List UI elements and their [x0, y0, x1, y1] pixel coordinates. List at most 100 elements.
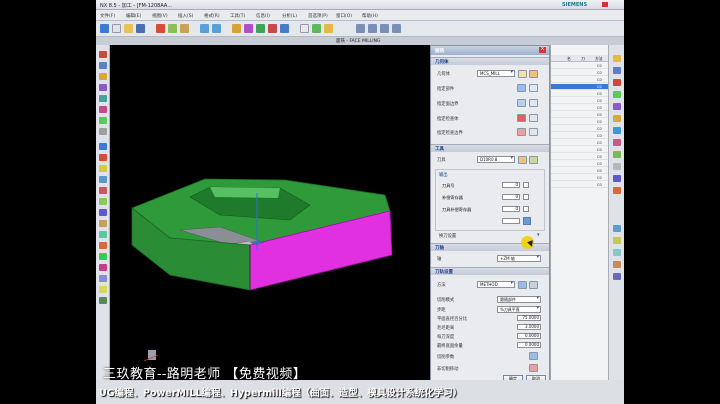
open-icon[interactable] [124, 24, 133, 33]
menu-item-insert[interactable]: 插入(S) [178, 13, 193, 19]
axis-select[interactable]: +ZM 轴 [497, 255, 541, 262]
revolve-icon[interactable] [99, 176, 107, 183]
menu-item-analysis[interactable]: 分析(L) [282, 13, 297, 19]
right-tool-icon-1[interactable] [613, 55, 621, 62]
create-operation-icon[interactable] [280, 24, 289, 33]
navigator-row[interactable]: C0 [551, 98, 609, 104]
create-geometry-icon[interactable] [256, 24, 265, 33]
navigator-row[interactable]: C0 [551, 175, 609, 181]
save-icon[interactable] [136, 24, 145, 33]
right-tool-icon-2[interactable] [613, 67, 621, 74]
postprocess-icon[interactable] [324, 24, 333, 33]
menu-item-preferences[interactable]: 首选项(P) [308, 13, 328, 19]
layer-icon[interactable] [99, 253, 107, 260]
color-icon[interactable] [99, 264, 107, 271]
start-icon[interactable] [100, 24, 109, 33]
menu-item-edit[interactable]: 编辑(E) [126, 13, 141, 19]
flat-diameter-input[interactable]: 75.0000 [517, 315, 541, 321]
tool-select[interactable]: D10R0.8 [477, 156, 515, 163]
display-part-icon[interactable] [529, 84, 538, 92]
non-cut-moves-icon[interactable] [529, 364, 538, 372]
navigator-row[interactable]: C0 [551, 154, 609, 160]
section-icon[interactable] [99, 275, 107, 282]
menu-item-format[interactable]: 格式(R) [204, 13, 220, 19]
tool-number-checkbox[interactable] [523, 182, 529, 188]
edit-tool-icon[interactable] [529, 156, 538, 164]
graphics-viewport[interactable] [110, 45, 430, 380]
menu-item-tools[interactable]: 工具(T) [230, 13, 245, 19]
navigator-row[interactable]: C0 [551, 119, 609, 125]
menu-item-info[interactable]: 信息(I) [256, 13, 270, 19]
comp-register-checkbox[interactable] [523, 194, 529, 200]
edit-method-icon[interactable] [529, 281, 538, 289]
depth-per-cut-input[interactable]: 0.0000 [517, 333, 541, 339]
menu-item-view[interactable]: 视图(V) [152, 13, 168, 19]
tool-change-expand-icon[interactable]: ▾ [537, 232, 540, 238]
method-select[interactable]: METHOD [477, 281, 515, 288]
web-browser-icon[interactable] [99, 117, 107, 124]
navigator-row[interactable]: C0 [551, 77, 609, 83]
final-floor-input[interactable]: 0.0000 [517, 342, 541, 348]
right-tool-icon-8[interactable] [613, 139, 621, 146]
navigator-row[interactable]: C0 [551, 63, 609, 69]
constraint-icon[interactable] [99, 84, 107, 91]
part-navigator-icon[interactable] [99, 62, 107, 69]
menu-item-window[interactable]: 窗口(O) [336, 13, 352, 19]
right-tool-icon-16[interactable] [613, 261, 621, 268]
display-check-boundary-icon[interactable] [529, 128, 538, 136]
history-icon[interactable] [99, 106, 107, 113]
navigator-icon[interactable] [99, 51, 107, 58]
blank-distance-input[interactable]: 3.0000 [517, 324, 541, 330]
display-boundary-icon[interactable] [529, 99, 538, 107]
section-geometry[interactable]: 几何体 [431, 57, 549, 65]
create-program-icon[interactable] [232, 24, 241, 33]
redo-icon[interactable] [212, 24, 221, 33]
right-tool-icon-7[interactable] [613, 127, 621, 134]
rotate-icon[interactable] [392, 24, 401, 33]
navigator-row[interactable]: C0 [551, 70, 609, 76]
hole-icon[interactable] [99, 187, 107, 194]
right-tool-icon-12[interactable] [613, 187, 621, 194]
fit-view-icon[interactable] [368, 24, 377, 33]
edit-description-icon[interactable] [523, 217, 531, 225]
palette-icon[interactable] [99, 128, 107, 135]
trim-icon[interactable] [99, 220, 107, 227]
zoom-icon[interactable] [380, 24, 389, 33]
extrude-icon[interactable] [99, 165, 107, 172]
undo-icon[interactable] [200, 24, 209, 33]
right-tool-icon-11[interactable] [613, 175, 621, 182]
navigator-row[interactable]: C0 [551, 126, 609, 132]
navigator-row[interactable]: C0 [551, 182, 609, 188]
description-field[interactable] [502, 218, 520, 224]
new-method-icon[interactable] [518, 281, 527, 289]
right-tool-icon-10[interactable] [613, 163, 621, 170]
navigator-row[interactable]: C0 [551, 140, 609, 146]
right-tool-icon-5[interactable] [613, 103, 621, 110]
create-tool-icon[interactable] [244, 24, 253, 33]
orient-view-icon[interactable] [356, 24, 365, 33]
chamfer-icon[interactable] [99, 209, 107, 216]
sketch-icon[interactable] [99, 154, 107, 161]
cut-icon[interactable] [156, 24, 165, 33]
specify-face-boundary-icon[interactable] [517, 99, 526, 107]
right-tool-icon-17[interactable] [613, 273, 621, 280]
right-tool-icon-4[interactable] [613, 91, 621, 98]
new-geometry-icon[interactable] [518, 70, 527, 78]
navigator-row[interactable]: C0 [551, 91, 609, 97]
copy-icon[interactable] [168, 24, 177, 33]
right-tool-icon-9[interactable] [613, 151, 621, 158]
geometry-select[interactable]: MCS_MILL [477, 70, 515, 77]
navigator-row[interactable]: C0 [551, 147, 609, 153]
specify-check-boundary-icon[interactable] [517, 128, 526, 136]
specify-check-icon[interactable] [517, 114, 526, 122]
navigator-row[interactable]: C0 [551, 112, 609, 118]
right-tool-icon-14[interactable] [613, 237, 621, 244]
navigator-row[interactable]: C0 [551, 161, 609, 167]
edit-geometry-icon[interactable] [529, 70, 538, 78]
comp-register-input[interactable]: 0 [502, 194, 520, 200]
navigator-row[interactable]: C0 [551, 84, 609, 90]
specify-part-icon[interactable] [517, 84, 526, 92]
section-toolpath-settings[interactable]: 刀轨设置 [431, 267, 549, 275]
tool-change-label[interactable]: 换刀设置 [439, 233, 456, 239]
cut-params-icon[interactable] [529, 352, 538, 360]
